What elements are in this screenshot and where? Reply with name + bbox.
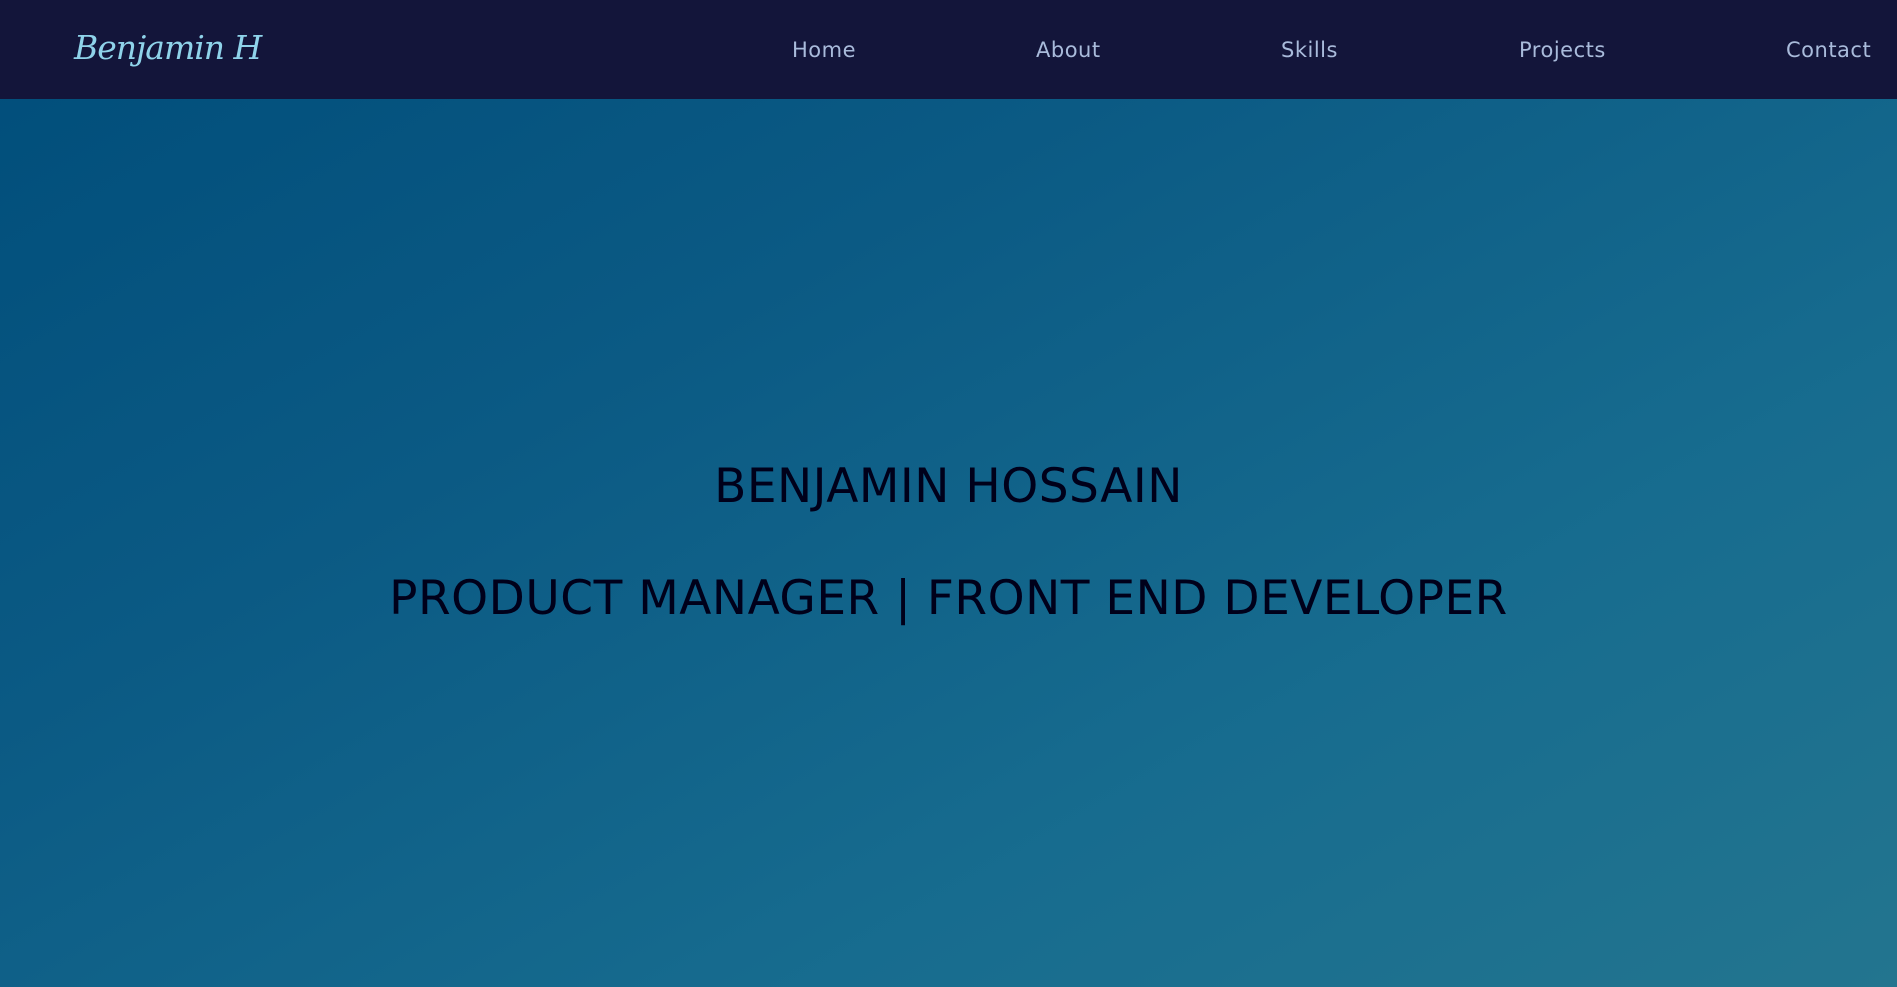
- navbar: Benjamin H Home About Skills Projects Co…: [0, 0, 1897, 99]
- nav-link-about[interactable]: About: [1036, 34, 1101, 66]
- hero-section: BENJAMIN HOSSAIN PRODUCT MANAGER | FRONT…: [0, 99, 1897, 987]
- hero-name: BENJAMIN HOSSAIN: [714, 459, 1183, 514]
- nav-link-contact[interactable]: Contact: [1786, 34, 1871, 66]
- nav-link-skills[interactable]: Skills: [1281, 34, 1338, 66]
- hero-role: PRODUCT MANAGER | FRONT END DEVELOPER: [389, 571, 1508, 626]
- nav-link-projects[interactable]: Projects: [1519, 34, 1606, 66]
- logo[interactable]: Benjamin H: [74, 22, 262, 74]
- nav-link-home[interactable]: Home: [792, 34, 856, 66]
